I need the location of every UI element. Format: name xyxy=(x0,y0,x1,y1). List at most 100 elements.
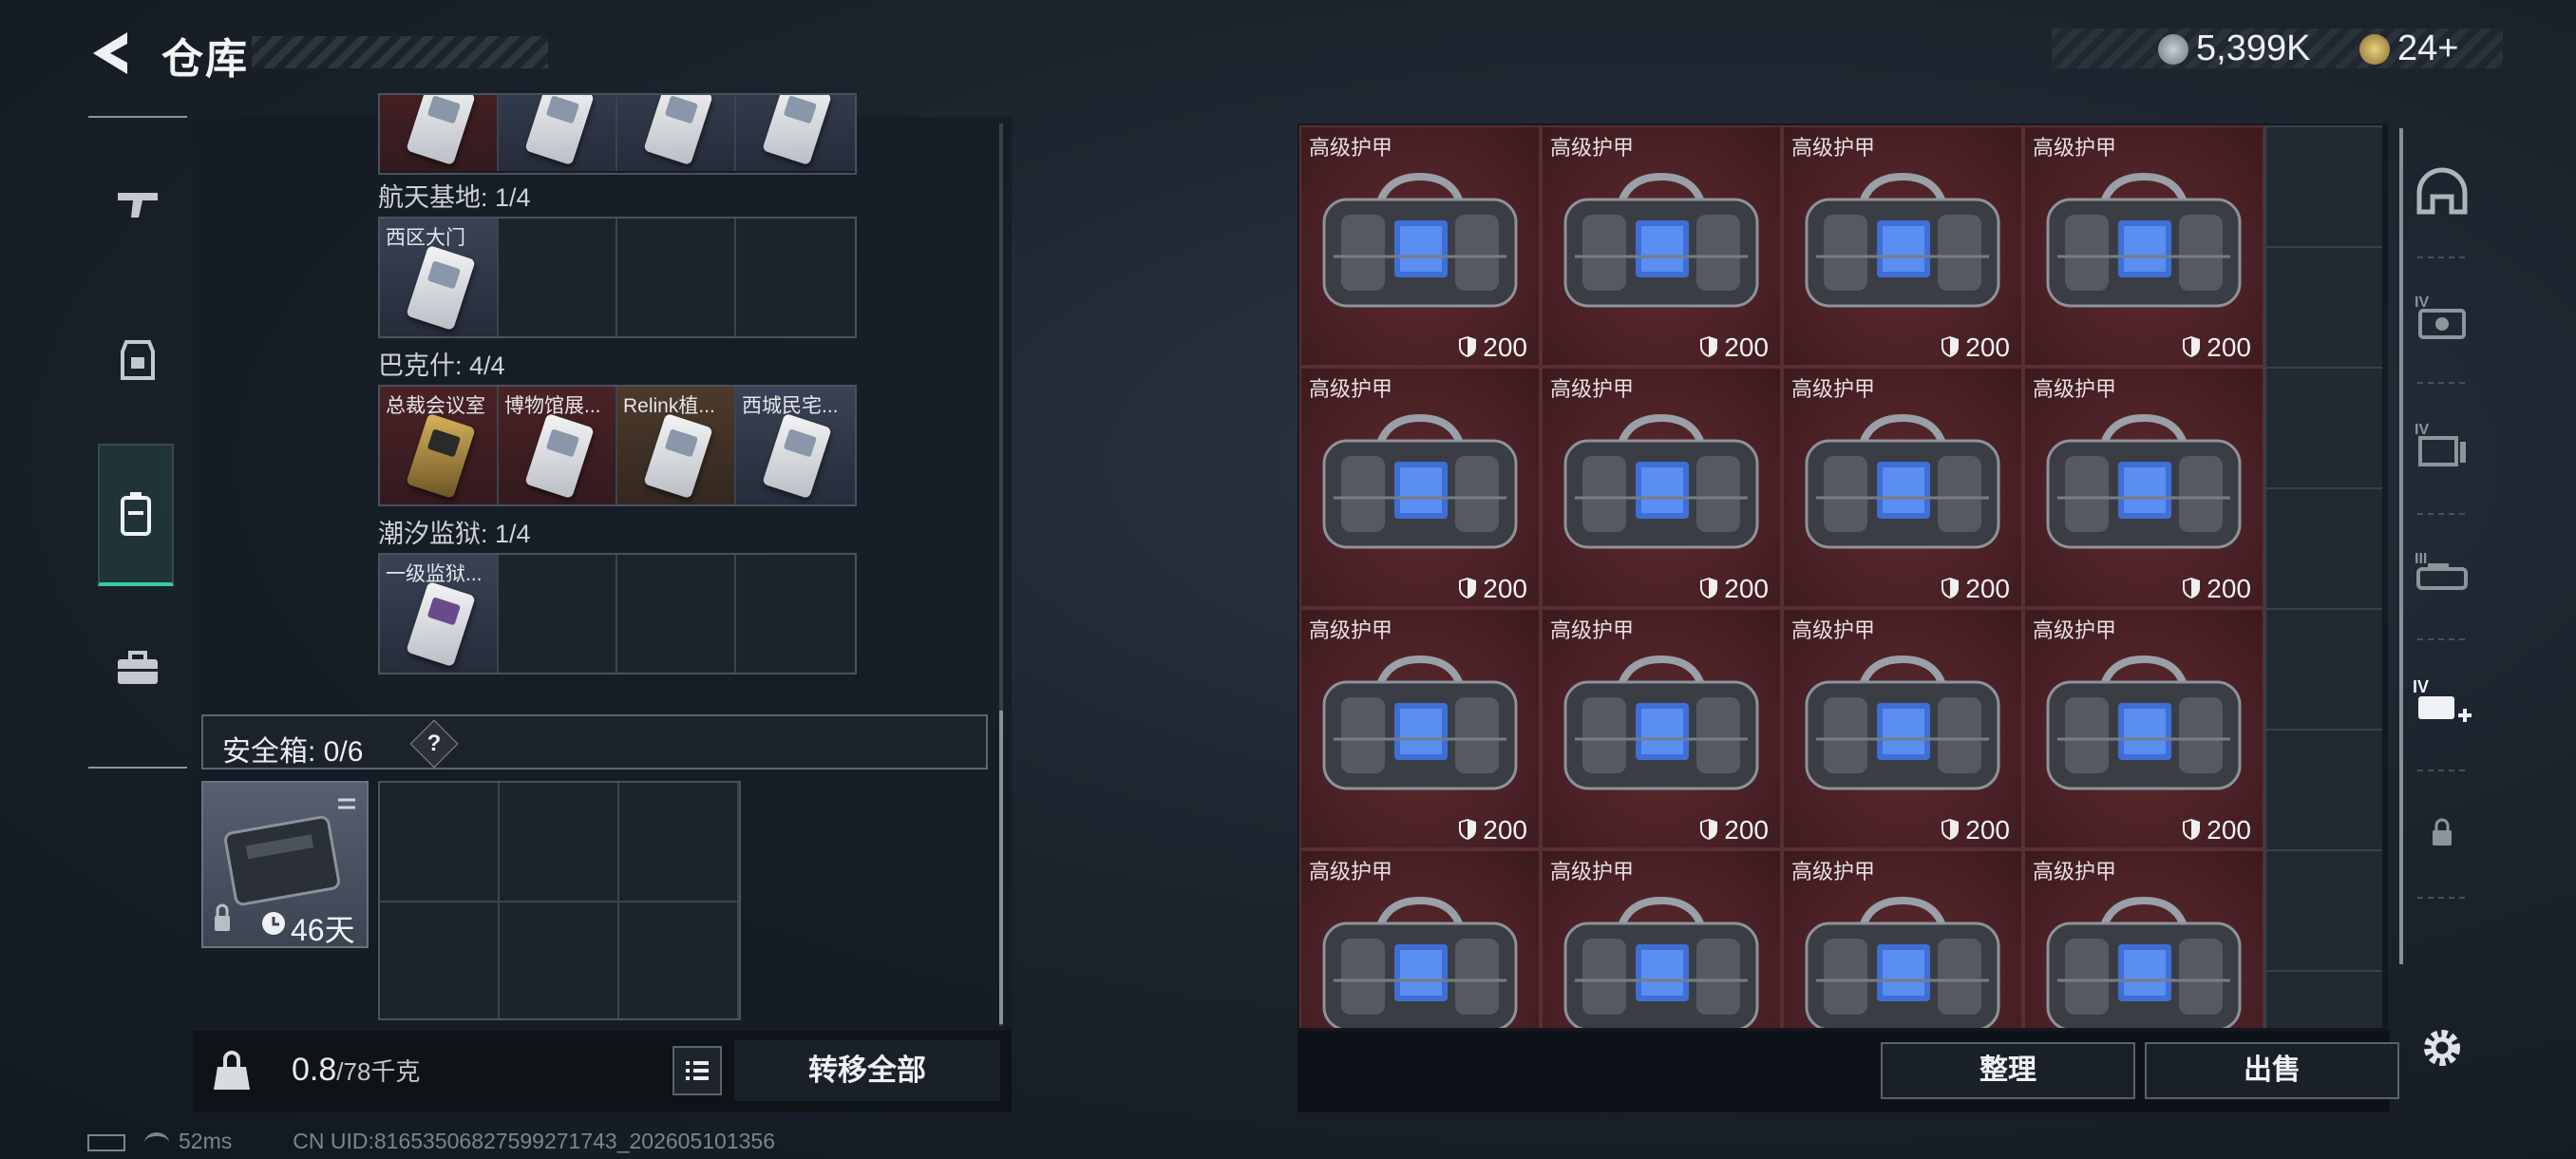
armor-name: 高级护甲 xyxy=(1550,136,1635,160)
armor-name: 高级护甲 xyxy=(2033,860,2117,884)
tab-toolbox[interactable] xyxy=(88,598,187,740)
key-slot[interactable] xyxy=(617,95,736,171)
tab-armor[interactable] xyxy=(88,289,187,431)
armor-item[interactable]: 高级护甲200 xyxy=(2023,849,2264,1028)
armor-item[interactable]: 高级护甲200 xyxy=(1299,849,1541,1028)
coin-value: 5,399K xyxy=(2196,28,2311,68)
armor-bag-icon xyxy=(1322,172,1518,308)
armor-item[interactable]: 高级护甲200 xyxy=(1782,367,2023,608)
side-tab-vest[interactable]: IV xyxy=(2409,283,2475,350)
armor-name: 高级护甲 xyxy=(1309,136,1393,160)
weapon-icon xyxy=(118,193,158,218)
key-slot[interactable]: 一级监狱... xyxy=(380,555,499,673)
group-label: 巴克什: 4/4 xyxy=(378,352,505,380)
armor-item[interactable]: 高级护甲200 xyxy=(1782,849,2023,1028)
back-button[interactable] xyxy=(85,27,142,80)
key-slot[interactable] xyxy=(499,95,617,171)
safe-box-header: 安全箱: 0/6 ? xyxy=(201,714,988,770)
key-name: 博物馆展... xyxy=(504,395,601,417)
shield-icon xyxy=(1700,578,1718,598)
key-slot[interactable] xyxy=(380,95,499,171)
vest-icon: IV xyxy=(2415,294,2466,339)
armor-item[interactable]: 高级护甲 200 xyxy=(2023,367,2264,608)
sort-button[interactable]: 整理 xyxy=(1881,1042,2135,1099)
armor-name: 高级护甲 xyxy=(1309,618,1393,642)
armor-bag-icon xyxy=(1563,413,1759,549)
key-slot[interactable] xyxy=(736,95,855,171)
side-tab-locked[interactable] xyxy=(2409,800,2475,866)
armor-item[interactable]: 高级护甲 200 xyxy=(2023,608,2264,849)
ping-text: 52ms xyxy=(179,1129,233,1153)
armor-bag-icon xyxy=(1563,655,1759,790)
armor-item[interactable]: 高级护甲200 xyxy=(1541,367,1782,608)
armor-durability: 200 xyxy=(2182,815,2251,846)
armor-durability: 200 xyxy=(1941,332,2010,363)
settings-button[interactable] xyxy=(2409,1015,2475,1081)
armor-item[interactable]: 高级护甲200 xyxy=(2023,125,2264,367)
safe-box-grid[interactable] xyxy=(378,781,741,1020)
tab-backpack[interactable] xyxy=(98,444,174,586)
svg-text:IV: IV xyxy=(2415,422,2429,438)
armor-name: 高级护甲 xyxy=(2033,618,2117,642)
durability-value: 200 xyxy=(1965,815,2010,845)
armor-bag-icon xyxy=(1563,172,1759,308)
empty-slot[interactable] xyxy=(499,555,617,673)
category-nav xyxy=(88,116,187,769)
armor-item[interactable]: 高级护甲200 xyxy=(1299,367,1541,608)
armor-item[interactable]: 高级护甲200 xyxy=(1782,125,2023,367)
help-button[interactable]: ? xyxy=(409,719,459,769)
token-value: 24+ xyxy=(2397,28,2459,68)
sell-button[interactable]: 出售 xyxy=(2145,1042,2399,1099)
armor-name: 高级护甲 xyxy=(1550,860,1635,884)
armor-bag-icon xyxy=(1322,896,1518,1028)
armor-name: 高级护甲 xyxy=(1309,377,1393,401)
divider xyxy=(2417,897,2465,901)
armor-item[interactable]: 高级护甲200 xyxy=(1541,608,1782,849)
key-row: 西区大门 xyxy=(378,217,857,338)
shield-icon xyxy=(2183,819,2201,840)
key-slot[interactable]: 西城民宅... xyxy=(736,387,855,504)
empty-slot[interactable] xyxy=(617,218,736,336)
armor-item[interactable]: 高级护甲200 xyxy=(1782,608,2023,849)
durability-value: 200 xyxy=(2207,574,2251,603)
side-tab-case[interactable]: IV xyxy=(2409,669,2475,735)
armor-item[interactable]: 高级护甲200 xyxy=(1299,608,1541,849)
armor-item[interactable]: 高级护甲 200 xyxy=(1541,125,1782,367)
tab-weapons[interactable] xyxy=(88,133,187,276)
armor-bag-icon xyxy=(1805,172,2000,308)
safe-box-item[interactable]: 46天 xyxy=(201,781,369,948)
armor-name: 高级护甲 xyxy=(1791,860,1876,884)
armor-name: 高级护甲 xyxy=(2033,377,2117,401)
armor-durability: 200 xyxy=(1699,332,1769,363)
right-scrollbar[interactable] xyxy=(2399,128,2403,964)
list-view-button[interactable] xyxy=(672,1046,722,1095)
empty-slot[interactable] xyxy=(736,218,855,336)
shield-icon xyxy=(1941,578,1960,598)
shield-icon xyxy=(1700,819,1718,840)
weight-icon xyxy=(214,1051,250,1090)
currency-coin: 5,399K xyxy=(2158,28,2310,69)
uid-text: CN UID:81653506827599271743_202605101356 xyxy=(293,1129,775,1153)
side-tab-rig[interactable]: IV xyxy=(2409,410,2475,477)
side-tab-backpack[interactable]: III xyxy=(2409,540,2475,606)
key-slot[interactable]: 西区大门 xyxy=(380,218,499,336)
transfer-all-button[interactable]: 转移全部 xyxy=(734,1040,1000,1101)
token-icon xyxy=(2359,33,2390,65)
shield-icon xyxy=(2183,336,2201,357)
empty-slot[interactable] xyxy=(617,555,736,673)
armor-durability: 200 xyxy=(1699,815,1769,846)
empty-slot[interactable] xyxy=(499,218,617,336)
case-add-icon: IV xyxy=(2413,677,2472,722)
key-slot[interactable]: 博物馆展... xyxy=(499,387,617,504)
key-slot[interactable]: 总裁会议室 xyxy=(380,387,499,504)
empty-slot[interactable] xyxy=(736,555,855,673)
key-slot[interactable]: Relink植... xyxy=(617,387,736,504)
armor-durability: 200 xyxy=(2182,332,2251,363)
armor-item[interactable]: 高级护甲200 xyxy=(1541,849,1782,1028)
toolbox-icon xyxy=(118,651,158,684)
coin-icon xyxy=(2158,33,2188,65)
left-scrollbar[interactable] xyxy=(999,711,1003,1024)
armor-bag-icon xyxy=(2046,896,2242,1028)
side-tab-helmet[interactable] xyxy=(2409,158,2475,224)
armor-item[interactable]: 高级护甲200 xyxy=(1299,125,1541,367)
